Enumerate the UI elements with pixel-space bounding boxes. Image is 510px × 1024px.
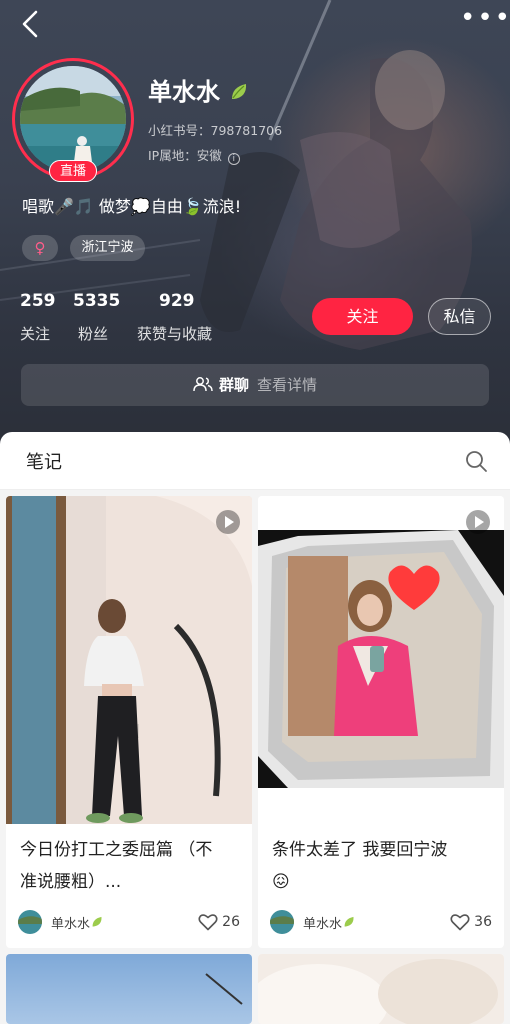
note-card[interactable] bbox=[6, 954, 252, 1024]
like-count: 36 bbox=[474, 914, 492, 930]
info-icon[interactable]: i bbox=[227, 153, 240, 165]
note-card[interactable]: 今日份打工之委屈篇 （不 准说腰粗）... 单水水 26 bbox=[6, 496, 252, 948]
following-count[interactable]: 259 bbox=[20, 291, 56, 311]
live-badge[interactable]: 直播 bbox=[49, 160, 97, 182]
note-title-line-1: 条件太差了 我要回宁波 bbox=[272, 840, 448, 860]
like-count: 26 bbox=[222, 914, 240, 930]
group-icon bbox=[193, 377, 213, 392]
note-cover-image bbox=[258, 496, 504, 824]
note-author[interactable]: 单水水 bbox=[270, 910, 356, 934]
video-indicator-icon bbox=[216, 510, 240, 534]
tab-notes[interactable]: 笔记 bbox=[26, 448, 62, 474]
note-author[interactable]: 单水水 bbox=[18, 910, 104, 934]
location-tag: 浙江宁波 bbox=[70, 235, 145, 261]
avatar[interactable]: 直播 bbox=[12, 58, 134, 182]
note-likes[interactable]: 26 bbox=[198, 910, 240, 934]
follow-button[interactable]: 关注 bbox=[312, 298, 413, 335]
search-icon[interactable] bbox=[464, 449, 488, 473]
message-button[interactable]: 私信 bbox=[428, 298, 491, 335]
note-likes[interactable]: 36 bbox=[450, 910, 492, 934]
author-avatar bbox=[270, 910, 294, 934]
note-cover-image bbox=[6, 496, 252, 824]
note-card[interactable]: 条件太差了 我要回宁波 😖 单水水 36 bbox=[258, 496, 504, 948]
group-chat-label: 群聊 bbox=[218, 376, 249, 394]
leaf-icon bbox=[92, 916, 102, 927]
heart-icon bbox=[198, 914, 218, 931]
likes-collects-label[interactable]: 获赞与收藏 bbox=[137, 323, 212, 344]
note-cover-image bbox=[6, 954, 252, 1024]
group-detail-link: 查看详情 bbox=[257, 376, 318, 394]
ip-location: IP属地：安徽 i bbox=[148, 145, 240, 165]
note-title-line-2: 准说腰粗）... bbox=[20, 872, 122, 892]
group-chat-bar[interactable]: 群聊 查看详情 bbox=[21, 364, 489, 406]
note-title-line-2: 😖 bbox=[272, 872, 290, 892]
heart-icon bbox=[450, 914, 470, 931]
red-id: 小红书号：798781706 bbox=[148, 123, 283, 138]
bio-text: 唱歌🎤🎵 做梦💭自由🍃流浪! bbox=[22, 197, 242, 216]
chevron-left-icon bbox=[22, 10, 38, 38]
author-name: 单水水 bbox=[51, 916, 91, 932]
author-name: 单水水 bbox=[303, 916, 343, 932]
following-label[interactable]: 关注 bbox=[20, 323, 50, 344]
profile-header: ••• 直播 单水水 小红书号：798781706 IP属地：安徽i 唱歌� bbox=[0, 0, 510, 450]
followers-count[interactable]: 5335 bbox=[73, 291, 120, 311]
leaf-icon bbox=[232, 84, 247, 99]
author-avatar bbox=[18, 910, 42, 934]
avatar-image bbox=[20, 66, 126, 172]
note-title-line-1: 今日份打工之委屈篇 （不 bbox=[20, 840, 213, 860]
gender-tag: ♀ bbox=[22, 235, 58, 261]
back-button[interactable] bbox=[14, 8, 48, 42]
followers-label[interactable]: 粉丝 bbox=[78, 323, 108, 344]
username: 单水水 bbox=[148, 72, 250, 107]
notes-tab-bar: 笔记 bbox=[0, 432, 510, 490]
video-indicator-icon bbox=[466, 510, 490, 534]
more-options-button[interactable]: ••• bbox=[460, 5, 510, 34]
likes-collects-count[interactable]: 929 bbox=[159, 291, 195, 311]
note-card[interactable] bbox=[258, 954, 504, 1024]
note-cover-image bbox=[258, 954, 504, 1024]
leaf-icon bbox=[344, 916, 354, 927]
